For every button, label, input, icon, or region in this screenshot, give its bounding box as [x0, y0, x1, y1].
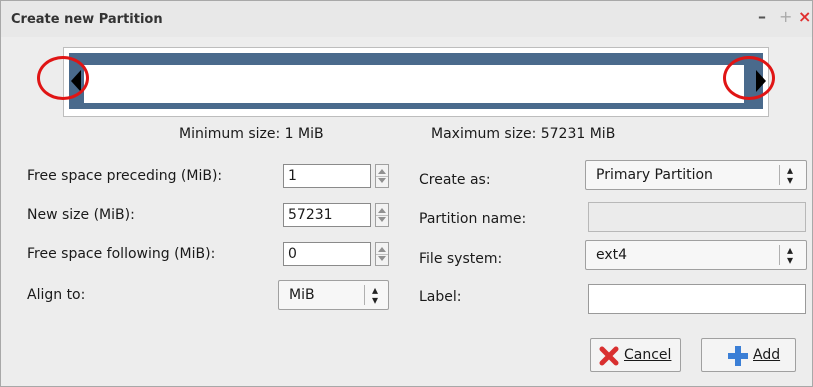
red-x-icon [599, 346, 619, 366]
create-as-dropdown[interactable]: Primary Partition ▴ ▾ [585, 160, 807, 190]
blue-plus-icon [728, 346, 748, 366]
free-space-preceding-field[interactable]: 1 [283, 164, 371, 188]
spinner-buttons[interactable] [375, 242, 389, 266]
updown-chevron-icon: ▴ ▾ [787, 163, 794, 187]
free-space-preceding-label: Free space preceding (MiB): [27, 168, 223, 184]
file-system-value: ext4 [596, 247, 628, 263]
dropdown-separator [779, 245, 780, 265]
updown-chevron-icon: ▴ ▾ [787, 243, 794, 267]
partition-name-field[interactable] [588, 202, 806, 232]
spinner-buttons[interactable] [375, 203, 389, 227]
partition-name-label: Partition name: [419, 211, 527, 227]
spinner-divider [376, 215, 388, 216]
spin-down-icon[interactable] [378, 178, 386, 183]
minimum-size-text: Minimum size: 1 MiB [179, 126, 324, 142]
window-title: Create new Partition [11, 12, 163, 27]
create-partition-dialog: Create new Partition – + × Minimum size:… [0, 0, 813, 387]
cancel-button[interactable]: Cancel [590, 338, 681, 372]
align-to-value: MiB [289, 287, 315, 303]
create-as-label: Create as: [419, 172, 491, 188]
add-button[interactable]: Add [701, 338, 796, 372]
free-space-following-field[interactable]: 0 [283, 242, 371, 266]
add-button-label: Add [753, 347, 781, 363]
file-system-dropdown[interactable]: ext4 ▴ ▾ [585, 240, 807, 270]
partition-bar [69, 53, 759, 109]
spinner-buttons[interactable] [375, 164, 389, 188]
label-field[interactable] [588, 284, 806, 314]
create-as-value: Primary Partition [596, 167, 713, 183]
align-to-dropdown[interactable]: MiB ▴ ▾ [278, 280, 389, 310]
dropdown-separator [364, 285, 365, 305]
label-label: Label: [419, 289, 462, 305]
align-to-label: Align to: [27, 287, 86, 303]
cancel-button-label: Cancel [624, 347, 672, 363]
updown-chevron-icon: ▴ ▾ [372, 283, 379, 307]
close-button[interactable]: × [798, 9, 811, 25]
new-size-field[interactable]: 57231 [283, 203, 371, 227]
minimize-button[interactable]: – [758, 9, 766, 25]
spin-down-icon[interactable] [378, 217, 386, 222]
free-space-following-spinner[interactable]: 0 [283, 242, 389, 266]
dropdown-separator [779, 165, 780, 185]
title-bar[interactable]: Create new Partition – + × [1, 1, 812, 37]
spin-down-icon[interactable] [378, 256, 386, 261]
maximum-size-text: Maximum size: 57231 MiB [431, 126, 616, 142]
partition-resizer[interactable] [63, 47, 769, 117]
spin-up-icon[interactable] [378, 169, 386, 174]
file-system-label: File system: [419, 251, 503, 267]
highlight-circle-right [723, 56, 775, 100]
highlight-circle-left [37, 56, 89, 100]
spinner-divider [376, 254, 388, 255]
new-size-label: New size (MiB): [27, 207, 135, 223]
free-space-following-label: Free space following (MiB): [27, 246, 216, 262]
spinner-divider [376, 176, 388, 177]
free-space-preceding-spinner[interactable]: 1 [283, 164, 389, 188]
partition-bar-inner [84, 65, 744, 103]
spin-up-icon[interactable] [378, 247, 386, 252]
new-size-spinner[interactable]: 57231 [283, 203, 389, 227]
maximize-button[interactable]: + [779, 9, 792, 25]
spin-up-icon[interactable] [378, 208, 386, 213]
